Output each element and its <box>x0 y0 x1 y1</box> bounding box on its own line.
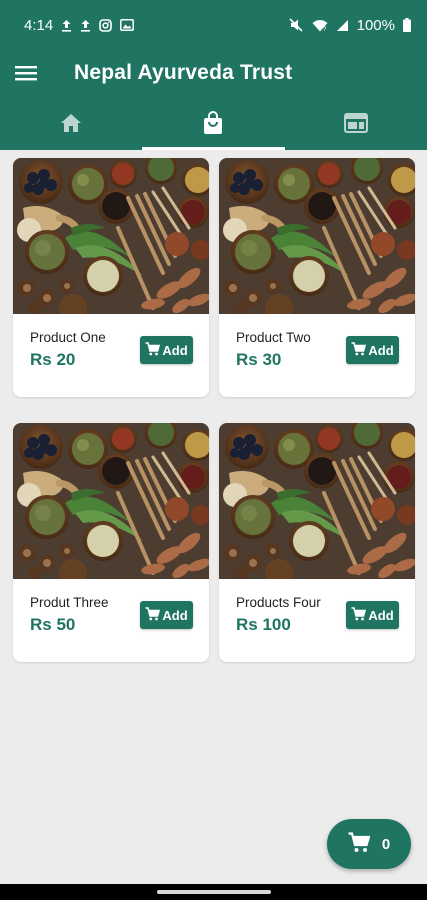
product-image <box>13 158 209 314</box>
upload-icon <box>80 19 91 32</box>
battery-icon <box>403 18 411 32</box>
product-card-body: Product Two Rs 30 Add <box>219 314 415 397</box>
product-card-body: Produt Three Rs 50 Add <box>13 579 209 662</box>
instagram-icon <box>99 18 113 32</box>
product-image <box>219 158 415 314</box>
hamburger-menu-icon[interactable] <box>6 53 46 93</box>
status-time: 4:14 <box>24 16 54 34</box>
product-price: Rs 100 <box>236 615 291 634</box>
image-icon <box>120 19 135 31</box>
add-to-cart-button[interactable]: Add <box>140 601 193 629</box>
product-card[interactable]: Product Two Rs 30 Add <box>219 158 415 397</box>
home-icon <box>60 113 82 138</box>
mute-icon <box>289 18 304 32</box>
cart-icon <box>348 831 371 857</box>
add-to-cart-button[interactable]: Add <box>346 601 399 629</box>
cart-icon <box>145 341 161 359</box>
product-name: Product Two <box>236 330 311 345</box>
cart-icon <box>145 606 161 624</box>
product-card-body: Product One Rs 20 Add <box>13 314 209 397</box>
upload-icon <box>61 19 72 32</box>
product-name: Produt Three <box>30 595 109 610</box>
tab-home[interactable] <box>0 100 142 150</box>
add-button-label: Add <box>162 342 188 358</box>
app-title: Nepal Ayurveda Trust <box>74 61 293 84</box>
add-button-label: Add <box>162 607 188 623</box>
cart-count: 0 <box>381 835 391 853</box>
gesture-handle[interactable] <box>157 890 271 894</box>
wifi-icon: ? <box>312 19 328 32</box>
product-price: Rs 50 <box>30 615 76 634</box>
product-price: Rs 30 <box>236 350 282 369</box>
svg-text:?: ? <box>323 27 327 32</box>
cart-icon <box>351 341 367 359</box>
tab-web[interactable] <box>285 100 427 150</box>
battery-percent: 100% <box>356 16 395 34</box>
app-bar: 4:14 ? 100% Nepal Ayurveda Trust <box>0 0 427 150</box>
product-image <box>13 423 209 579</box>
product-price: Rs 20 <box>30 350 76 369</box>
toolbar: Nepal Ayurveda Trust <box>0 50 427 96</box>
add-button-label: Add <box>368 607 394 623</box>
product-image <box>219 423 415 579</box>
product-name: Product One <box>30 330 106 345</box>
add-to-cart-button[interactable]: Add <box>346 336 399 364</box>
web-layout-icon <box>343 112 368 138</box>
shopping-bag-icon <box>202 110 224 140</box>
product-card[interactable]: Product One Rs 20 Add <box>13 158 209 397</box>
product-card-body: Products Four Rs 100 Add <box>219 579 415 662</box>
system-nav-bar <box>0 884 427 900</box>
status-bar: 4:14 ? 100% <box>0 0 427 50</box>
product-grid: Product One Rs 20 Add Product Two Rs 30 … <box>13 158 416 662</box>
product-name: Products Four <box>236 595 321 610</box>
product-card[interactable]: Produt Three Rs 50 Add <box>13 423 209 662</box>
product-card[interactable]: Products Four Rs 100 Add <box>219 423 415 662</box>
signal-icon <box>336 19 349 32</box>
tab-bar <box>0 100 427 150</box>
status-right: ? 100% <box>289 17 411 34</box>
status-left: 4:14 <box>24 16 135 34</box>
tab-shop[interactable] <box>142 100 285 150</box>
cart-icon <box>351 606 367 624</box>
add-button-label: Add <box>368 342 394 358</box>
add-to-cart-button[interactable]: Add <box>140 336 193 364</box>
cart-button[interactable]: 0 <box>327 819 411 869</box>
